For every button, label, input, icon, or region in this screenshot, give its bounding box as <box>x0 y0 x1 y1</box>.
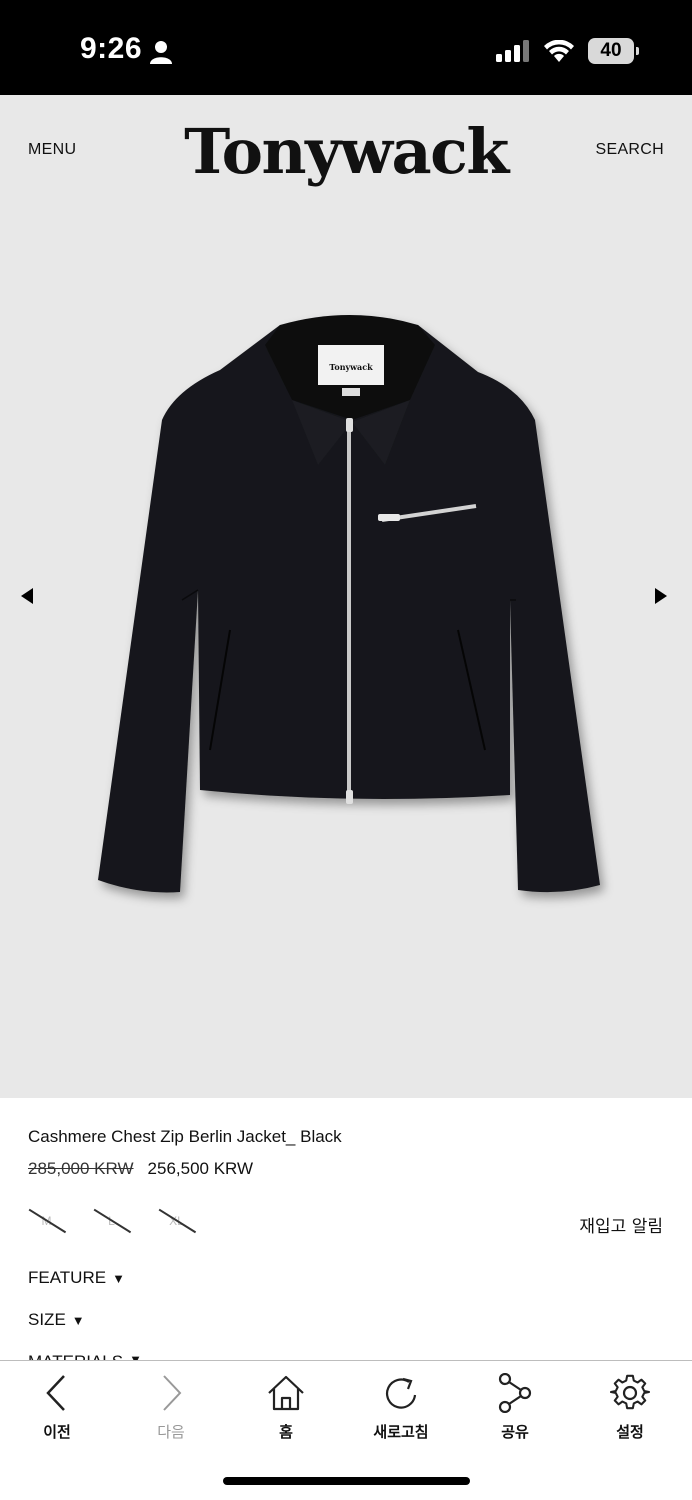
accordion-size-label: SIZE <box>28 1310 66 1329</box>
home-indicator[interactable] <box>223 1477 470 1485</box>
product-image-jacket[interactable]: Tonywack <box>80 300 620 910</box>
signal-icon <box>496 40 529 62</box>
accordion-feature[interactable]: FEATURE ▼ <box>28 1268 125 1288</box>
battery-icon: 40 <box>588 38 639 64</box>
chevron-right-icon <box>163 1375 182 1411</box>
accordion-feature-label: FEATURE <box>28 1268 107 1287</box>
forward-label: 다음 <box>157 1423 185 1441</box>
size-option-l[interactable]: L <box>93 1206 130 1236</box>
refresh-icon <box>385 1377 417 1409</box>
accordion-materials-label: MATERIALS <box>28 1352 123 1360</box>
home-button[interactable]: 홈 <box>241 1373 331 1442</box>
size-option-m[interactable]: M <box>28 1206 65 1236</box>
product-hero: MENU Tonywack SEARCH Tonywack <box>0 95 692 1098</box>
home-icon <box>268 1375 304 1411</box>
share-label: 공유 <box>501 1423 529 1441</box>
restock-alert-button[interactable]: 재입고 알림 <box>579 1212 663 1237</box>
previous-image-arrow-icon[interactable] <box>18 585 36 607</box>
refresh-button[interactable]: 새로고침 <box>356 1373 446 1442</box>
settings-label: 설정 <box>616 1423 644 1441</box>
caret-down-icon: ▼ <box>129 1352 142 1360</box>
accordion-materials[interactable]: MATERIALS ▼ <box>28 1352 142 1360</box>
share-icon <box>498 1373 532 1413</box>
person-icon <box>150 41 172 64</box>
product-name: Cashmere Chest Zip Berlin Jacket_ Black <box>28 1127 342 1146</box>
home-label: 홈 <box>279 1423 293 1441</box>
caret-down-icon: ▼ <box>112 1270 125 1286</box>
size-options: M L XL <box>28 1206 195 1236</box>
next-image-arrow-icon[interactable] <box>652 585 670 607</box>
size-option-xl[interactable]: XL <box>158 1206 195 1236</box>
refresh-label: 새로고침 <box>373 1423 429 1441</box>
settings-button[interactable]: 설정 <box>585 1373 675 1442</box>
forward-button[interactable]: 다음 <box>126 1373 216 1442</box>
status-indicators: 40 <box>496 38 639 64</box>
battery-level: 40 <box>600 40 622 61</box>
original-price: 285,000 KRW <box>28 1159 134 1178</box>
gear-icon <box>610 1374 650 1410</box>
jacket-neck-label: Tonywack <box>329 362 373 372</box>
sale-price: 256,500 KRW <box>147 1159 254 1178</box>
back-label: 이전 <box>43 1423 71 1441</box>
chevron-left-icon <box>46 1375 65 1411</box>
brand-logo[interactable]: Tonywack <box>0 115 692 188</box>
status-time: 9:26 <box>80 32 143 65</box>
back-button[interactable]: 이전 <box>12 1373 102 1442</box>
caret-down-icon: ▼ <box>71 1312 85 1328</box>
share-button[interactable]: 공유 <box>470 1373 560 1442</box>
wifi-icon <box>544 40 574 62</box>
status-bar: 9:26 40 <box>0 0 692 95</box>
search-button[interactable]: SEARCH <box>596 141 664 159</box>
price-row: 285,000 KRW 256,500 KRW <box>28 1159 253 1179</box>
accordion-size[interactable]: SIZE ▼ <box>28 1310 85 1330</box>
